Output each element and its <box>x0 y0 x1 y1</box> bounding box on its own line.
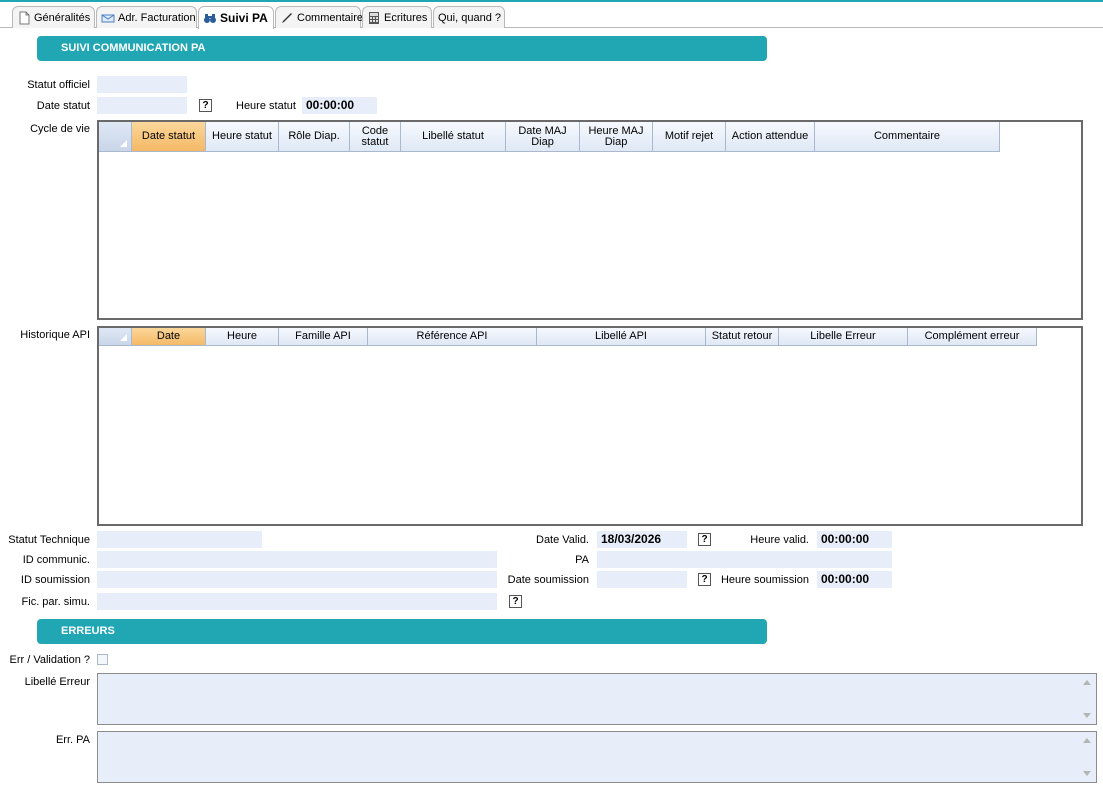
date-valid-help-button[interactable]: ? <box>698 533 711 546</box>
col-heure-statut[interactable]: Heure statut <box>206 122 279 152</box>
cycle-de-vie-grid[interactable]: Date statut Heure statut Rôle Diap. Code… <box>97 120 1083 320</box>
col-motif-rejet[interactable]: Motif rejet <box>653 122 726 152</box>
tab-commentaire[interactable]: Commentaire <box>275 6 364 28</box>
col-action-attendue[interactable]: Action attendue <box>726 122 815 152</box>
date-valid-label: Date Valid. <box>536 534 589 546</box>
pa-field[interactable] <box>597 551 892 568</box>
cycle-de-vie-label: Cycle de vie <box>30 123 90 135</box>
tab-suivi-pa-label: Suivi PA <box>220 11 268 25</box>
col-reference-api[interactable]: Référence API <box>368 328 537 346</box>
tab-qui-quand[interactable]: Qui, quand ? <box>433 6 505 28</box>
date-statut-label: Date statut <box>36 100 90 112</box>
libelle-erreur-scrollbar[interactable] <box>1080 675 1095 723</box>
col-heure[interactable]: Heure <box>206 328 279 346</box>
err-validation-checkbox[interactable] <box>97 654 108 665</box>
date-soumission-label: Date soumission <box>507 574 589 586</box>
col-date-statut[interactable]: Date statut <box>132 122 206 152</box>
heure-valid-label: Heure valid. <box>750 534 809 546</box>
libelle-erreur-label: Libellé Erreur <box>24 676 90 688</box>
col-complement-erreur[interactable]: Complément erreur <box>908 328 1037 346</box>
tab-ecritures[interactable]: Ecritures <box>362 6 432 28</box>
envelope-icon <box>101 11 115 25</box>
col-date-maj-diap[interactable]: Date MAJ Diap <box>506 122 580 152</box>
tab-suivi-pa[interactable]: Suivi PA <box>198 6 274 29</box>
cycle-de-vie-header: Date statut Heure statut Rôle Diap. Code… <box>99 122 1000 152</box>
suivi-pa-panel: SUIVI COMMUNICATION PA Statut officiel D… <box>4 29 1103 787</box>
err-validation-label: Err / Validation ? <box>9 654 90 666</box>
grid-corner-selector[interactable] <box>99 122 132 152</box>
tab-bar: Généralités Adr. Facturation Suivi PA Co… <box>0 2 1103 29</box>
col-date[interactable]: Date <box>132 328 206 346</box>
libelle-erreur-textarea[interactable] <box>97 673 1097 725</box>
col-libelle-api[interactable]: Libellé API <box>537 328 706 346</box>
calculator-icon <box>367 11 381 25</box>
col-role-diap[interactable]: Rôle Diap. <box>279 122 350 152</box>
heure-statut-label: Heure statut <box>236 100 296 112</box>
id-communic-field[interactable] <box>97 551 497 568</box>
id-communic-label: ID communic. <box>22 554 90 566</box>
date-soumission-help-button[interactable]: ? <box>698 573 711 586</box>
tab-adr-facturation-label: Adr. Facturation <box>118 11 196 24</box>
scroll-up-icon[interactable] <box>1083 680 1091 685</box>
fic-par-simu-label: Fic. par. simu. <box>21 596 90 608</box>
scroll-down-icon[interactable] <box>1083 713 1091 718</box>
tab-commentaire-label: Commentaire <box>297 11 364 24</box>
err-pa-scrollbar[interactable] <box>1080 733 1095 781</box>
historique-api-grid[interactable]: Date Heure Famille API Référence API Lib… <box>97 326 1083 526</box>
tab-ecritures-label: Ecritures <box>384 11 428 24</box>
page-icon <box>17 11 31 25</box>
statut-technique-label: Statut Technique <box>8 534 90 546</box>
historique-api-header: Date Heure Famille API Référence API Lib… <box>99 328 1037 346</box>
date-statut-field[interactable] <box>97 97 187 114</box>
col-heure-maj-diap[interactable]: Heure MAJ Diap <box>580 122 653 152</box>
col-code-statut[interactable]: Code statut <box>350 122 401 152</box>
err-pa-label: Err. PA <box>55 734 90 746</box>
tab-generalites-label: Généralités <box>34 11 91 24</box>
tab-generalites[interactable]: Généralités <box>12 6 95 28</box>
err-pa-textarea[interactable] <box>97 731 1097 783</box>
historique-api-label: Historique API <box>20 329 90 341</box>
date-soumission-field[interactable] <box>597 571 687 588</box>
heure-statut-field[interactable]: 00:00:00 <box>302 97 377 114</box>
tab-qui-quand-label: Qui, quand ? <box>438 11 501 24</box>
id-soumission-label: ID soumission <box>20 574 90 586</box>
heure-soumission-label: Heure soumission <box>720 574 809 586</box>
grid-corner-selector[interactable] <box>99 328 132 346</box>
section-header-erreurs: ERREURS <box>37 619 767 644</box>
fic-par-simu-field[interactable] <box>97 593 497 610</box>
statut-officiel-field[interactable] <box>97 76 187 93</box>
scroll-down-icon[interactable] <box>1083 771 1091 776</box>
heure-soumission-field[interactable]: 00:00:00 <box>817 571 892 588</box>
statut-officiel-label: Statut officiel <box>27 79 90 91</box>
col-commentaire[interactable]: Commentaire <box>815 122 1000 152</box>
col-libelle-statut[interactable]: Libellé statut <box>401 122 506 152</box>
statut-technique-field[interactable] <box>97 531 262 548</box>
col-statut-retour[interactable]: Statut retour <box>706 328 779 346</box>
section-header-suivi: SUIVI COMMUNICATION PA <box>37 36 767 61</box>
binoculars-icon <box>203 11 217 25</box>
date-statut-help-button[interactable]: ? <box>199 99 212 112</box>
col-famille-api[interactable]: Famille API <box>279 328 368 346</box>
col-libelle-erreur[interactable]: Libelle Erreur <box>779 328 908 346</box>
fic-par-simu-help-button[interactable]: ? <box>509 595 522 608</box>
pa-label: PA <box>575 554 589 566</box>
pen-icon <box>280 11 294 25</box>
scroll-up-icon[interactable] <box>1083 738 1091 743</box>
id-soumission-field[interactable] <box>97 571 497 588</box>
date-valid-field[interactable]: 18/03/2026 <box>597 531 687 548</box>
tab-adr-facturation[interactable]: Adr. Facturation <box>96 6 197 28</box>
heure-valid-field[interactable]: 00:00:00 <box>817 531 892 548</box>
